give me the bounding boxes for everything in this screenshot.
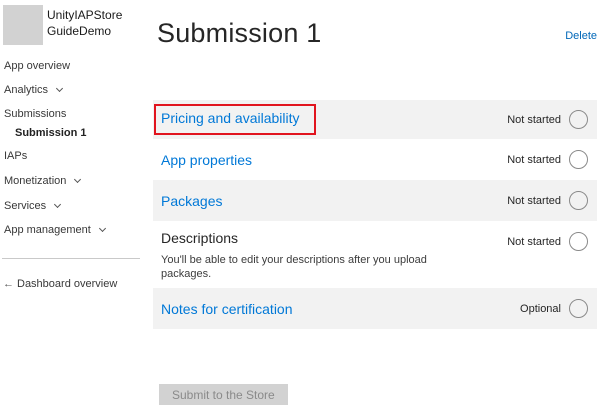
- checklist-row-pricing: Pricing and availability Not started: [153, 100, 597, 139]
- sidebar-item-app-management[interactable]: App management: [4, 224, 105, 236]
- sidebar-item-label: Submission 1: [15, 127, 87, 139]
- submit-to-store-button[interactable]: Submit to the Store: [159, 384, 288, 405]
- status-group: Not started: [507, 191, 588, 210]
- status-circle-icon: [569, 150, 588, 169]
- sidebar-item-label: Analytics: [4, 84, 48, 96]
- chevron-down-icon: [54, 201, 61, 208]
- checklist-row-descriptions: Descriptions You'll be able to edit your…: [153, 221, 597, 288]
- sidebar-item-analytics[interactable]: Analytics: [4, 84, 62, 96]
- app-logo-placeholder: [3, 5, 43, 45]
- back-link-label: Dashboard overview: [17, 278, 117, 290]
- chevron-down-icon: [74, 176, 81, 183]
- packages-link[interactable]: Packages: [161, 193, 222, 209]
- sidebar-item-label: IAPs: [4, 150, 27, 162]
- chevron-down-icon: [99, 225, 106, 232]
- status-circle-icon: [569, 299, 588, 318]
- sidebar-item-label: Monetization: [4, 175, 66, 187]
- checklist-row-packages: Packages Not started: [153, 180, 597, 221]
- status-group: Not started: [507, 150, 588, 169]
- sidebar-item-services[interactable]: Services: [4, 200, 60, 212]
- page: UnityIAPStore GuideDemo App overview Ana…: [0, 0, 600, 406]
- notes-for-certification-link[interactable]: Notes for certification: [161, 301, 293, 317]
- pricing-and-availability-link[interactable]: Pricing and availability: [161, 110, 300, 126]
- checklist-row-notes-for-certification: Notes for certification Optional: [153, 288, 597, 329]
- submission-checklist: Pricing and availability Not started App…: [153, 100, 597, 329]
- sidebar-divider: [2, 258, 140, 259]
- status-group: Not started: [507, 110, 588, 129]
- status-label: Not started: [507, 154, 561, 166]
- sidebar-item-label: Submissions: [4, 108, 66, 120]
- checklist-row-app-properties: App properties Not started: [153, 139, 597, 180]
- sidebar: UnityIAPStore GuideDemo App overview Ana…: [0, 0, 150, 406]
- sidebar-item-submission-1[interactable]: Submission 1: [15, 127, 87, 139]
- sidebar-item-label: Services: [4, 200, 46, 212]
- app-name-line1: UnityIAPStore: [47, 7, 122, 23]
- delete-link[interactable]: Delete: [565, 30, 597, 42]
- app-name-line2: GuideDemo: [47, 23, 122, 39]
- descriptions-note: You'll be able to edit your descriptions…: [161, 253, 461, 281]
- status-circle-icon: [569, 110, 588, 129]
- status-label: Not started: [507, 236, 561, 248]
- sidebar-item-iaps[interactable]: IAPs: [4, 150, 27, 162]
- status-circle-icon: [569, 232, 588, 251]
- status-circle-icon: [569, 191, 588, 210]
- sidebar-item-app-overview[interactable]: App overview: [4, 60, 70, 72]
- sidebar-item-label: App management: [4, 224, 91, 236]
- status-label: Not started: [507, 195, 561, 207]
- annotation-highlight-box: Pricing and availability: [154, 104, 316, 135]
- app-properties-link[interactable]: App properties: [161, 152, 252, 168]
- descriptions-title: Descriptions: [161, 230, 461, 246]
- sidebar-item-label: App overview: [4, 60, 70, 72]
- page-title: Submission 1: [157, 18, 321, 49]
- sidebar-item-monetization[interactable]: Monetization: [4, 175, 80, 187]
- dashboard-overview-link[interactable]: ←Dashboard overview: [3, 278, 117, 290]
- app-name: UnityIAPStore GuideDemo: [47, 7, 122, 39]
- sidebar-item-submissions[interactable]: Submissions: [4, 108, 66, 120]
- back-arrow-icon: ←: [3, 278, 14, 290]
- status-group: Optional: [520, 299, 588, 318]
- chevron-down-icon: [56, 85, 63, 92]
- status-label: Optional: [520, 303, 561, 315]
- descriptions-block: Descriptions You'll be able to edit your…: [161, 230, 461, 281]
- status-label: Not started: [507, 114, 561, 126]
- status-group: Not started: [507, 232, 588, 251]
